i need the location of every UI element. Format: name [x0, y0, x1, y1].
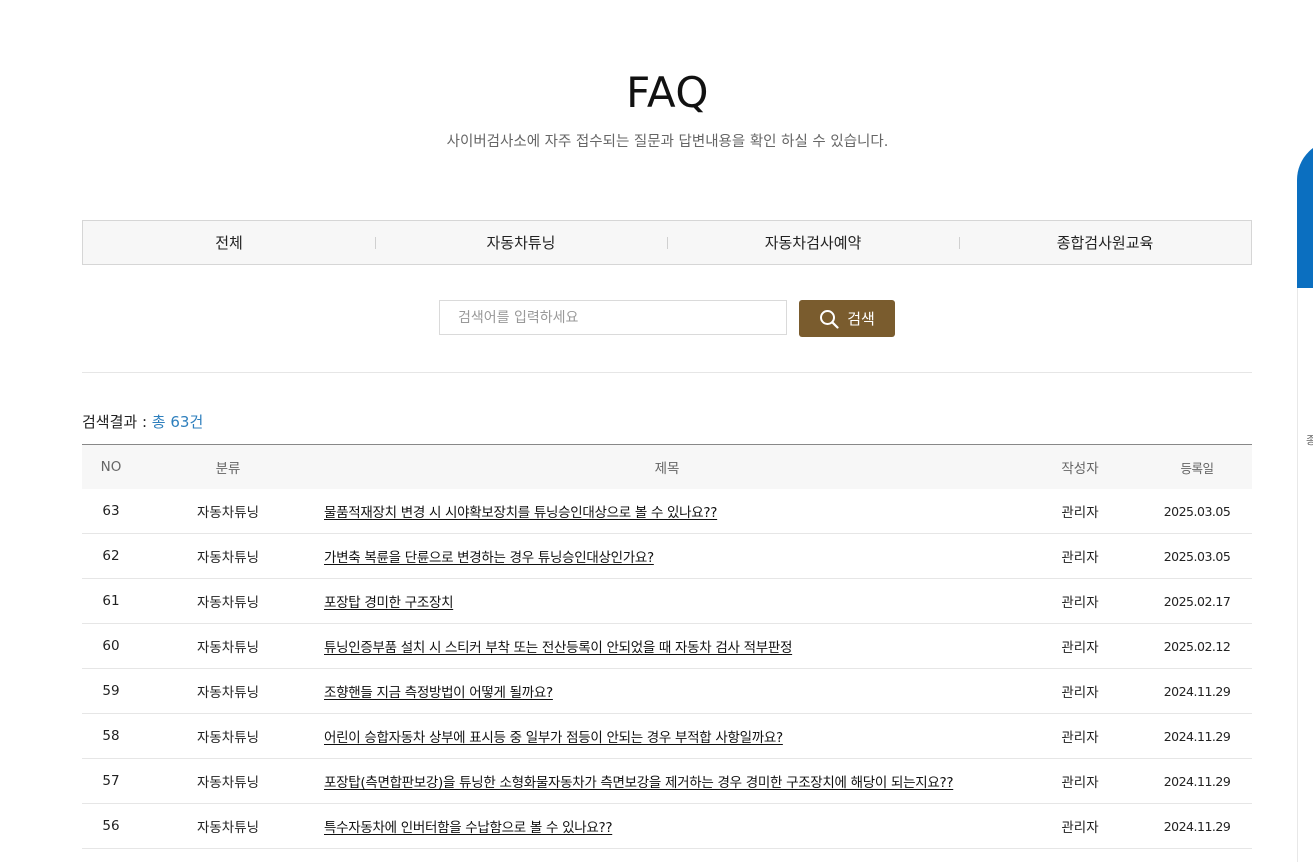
row-date: 2025.02.17	[1142, 578, 1252, 624]
row-title-link[interactable]: 포장탑(측면합판보강)을 튜닝한 소형화물자동차가 측면보강을 제거하는 경우 …	[324, 775, 954, 791]
row-date: 2024.11.29	[1142, 668, 1252, 714]
section-divider	[82, 372, 1252, 373]
row-author: 관리자	[1018, 803, 1142, 849]
row-category: 자동차튜닝	[140, 713, 316, 759]
search-button[interactable]: 검색	[799, 300, 895, 337]
row-no: 59	[82, 668, 140, 714]
tab-all[interactable]: 전체	[83, 221, 375, 264]
row-title-link[interactable]: 조향핸들 지금 측정방법이 어떻게 될까요?	[324, 685, 553, 701]
tab-car-tuning[interactable]: 자동차튜닝	[375, 221, 667, 264]
row-date: 2025.03.05	[1142, 533, 1252, 579]
table-row: 63 자동차튜닝 물품적재장치 변경 시 시야확보장치를 튜닝승인대상으로 볼 …	[82, 489, 1252, 534]
row-category: 자동차튜닝	[140, 803, 316, 849]
row-no: 62	[82, 533, 140, 579]
row-date: 2025.02.12	[1142, 623, 1252, 669]
side-quick-menu[interactable]	[1297, 140, 1313, 290]
header-date: 등록일	[1180, 460, 1214, 476]
row-date: 2024.11.29	[1142, 758, 1252, 804]
search-button-label: 검색	[847, 310, 875, 328]
table-row: 58 자동차튜닝 어린이 승합자동차 상부에 표시등 중 일부가 점등이 안되는…	[82, 713, 1252, 759]
side-panel-label[interactable]: 종	[1306, 432, 1313, 448]
row-author: 관리자	[1018, 533, 1142, 579]
row-category: 자동차튜닝	[140, 668, 316, 714]
table-row: 59 자동차튜닝 조향핸들 지금 측정방법이 어떻게 될까요? 관리자 2024…	[82, 668, 1252, 714]
row-no: 63	[82, 489, 140, 534]
row-no: 60	[82, 623, 140, 669]
row-title-link[interactable]: 가변축 복륜을 단륜으로 변경하는 경우 튜닝승인대상인가요?	[324, 550, 654, 566]
header-no: NO	[100, 459, 122, 475]
row-date: 2024.11.29	[1142, 713, 1252, 759]
row-author: 관리자	[1018, 713, 1142, 759]
row-category: 자동차튜닝	[140, 578, 316, 624]
header-author: 작성자	[1061, 461, 1099, 477]
result-count-total: 총 63건	[151, 413, 204, 431]
header-category: 분류	[215, 461, 241, 477]
row-no: 57	[82, 758, 140, 804]
row-title-link[interactable]: 포장탑 경미한 구조장치	[324, 595, 453, 611]
row-title-link[interactable]: 특수자동차에 인버터함을 수납함으로 볼 수 있나요??	[324, 820, 613, 836]
side-panel	[1297, 288, 1313, 862]
row-category: 자동차튜닝	[140, 758, 316, 804]
row-author: 관리자	[1018, 668, 1142, 714]
page-subtitle: 사이버검사소에 자주 접수되는 질문과 답변내용을 확인 하실 수 있습니다.	[446, 134, 889, 150]
row-author: 관리자	[1018, 758, 1142, 804]
search-icon	[819, 309, 839, 329]
table-row: 56 자동차튜닝 특수자동차에 인버터함을 수납함으로 볼 수 있나요?? 관리…	[82, 803, 1252, 849]
table-row: 61 자동차튜닝 포장탑 경미한 구조장치 관리자 2025.02.17	[82, 578, 1252, 624]
faq-page: FAQ 사이버검사소에 자주 접수되는 질문과 답변내용을 확인 하실 수 있습…	[0, 0, 1313, 862]
tab-inspector-education[interactable]: 종합검사원교육	[959, 221, 1251, 264]
row-no: 56	[82, 803, 140, 849]
row-title-link[interactable]: 물품적재장치 변경 시 시야확보장치를 튜닝승인대상으로 볼 수 있나요??	[324, 505, 717, 521]
row-no: 58	[82, 713, 140, 759]
header-title: 제목	[654, 461, 680, 477]
row-date: 2024.11.29	[1142, 803, 1252, 849]
row-no: 61	[82, 578, 140, 624]
row-date: 2025.03.05	[1142, 489, 1252, 534]
search-input[interactable]	[439, 300, 787, 335]
page-title: FAQ	[626, 68, 709, 117]
row-category: 자동차튜닝	[140, 623, 316, 669]
result-count: 검색결과 : 총 63건	[82, 411, 203, 432]
table-row: 60 자동차튜닝 튜닝인증부품 설치 시 스티커 부착 또는 전산등록이 안되었…	[82, 623, 1252, 669]
row-author: 관리자	[1018, 578, 1142, 624]
result-count-label: 검색결과 :	[82, 413, 152, 431]
category-tabs: 전체 자동차튜닝 자동차검사예약 종합검사원교육	[82, 220, 1252, 265]
row-author: 관리자	[1018, 489, 1142, 534]
faq-table: NO 분류 제목 작성자 등록일 63 자동차튜닝 물품적재장치 변경 시 시야…	[82, 444, 1252, 849]
row-title-link[interactable]: 튜닝인증부품 설치 시 스티커 부착 또는 전산등록이 안되었을 때 자동차 검…	[324, 640, 792, 656]
row-title-link[interactable]: 어린이 승합자동차 상부에 표시등 중 일부가 점등이 안되는 경우 부적합 사…	[324, 730, 783, 746]
table-row: 57 자동차튜닝 포장탑(측면합판보강)을 튜닝한 소형화물자동차가 측면보강을…	[82, 758, 1252, 804]
table-row: 62 자동차튜닝 가변축 복륜을 단륜으로 변경하는 경우 튜닝승인대상인가요?…	[82, 533, 1252, 579]
row-category: 자동차튜닝	[140, 489, 316, 534]
table-header-row: NO 분류 제목 작성자 등록일	[82, 444, 1252, 489]
row-author: 관리자	[1018, 623, 1142, 669]
tab-inspection-reservation[interactable]: 자동차검사예약	[667, 221, 959, 264]
row-category: 자동차튜닝	[140, 533, 316, 579]
